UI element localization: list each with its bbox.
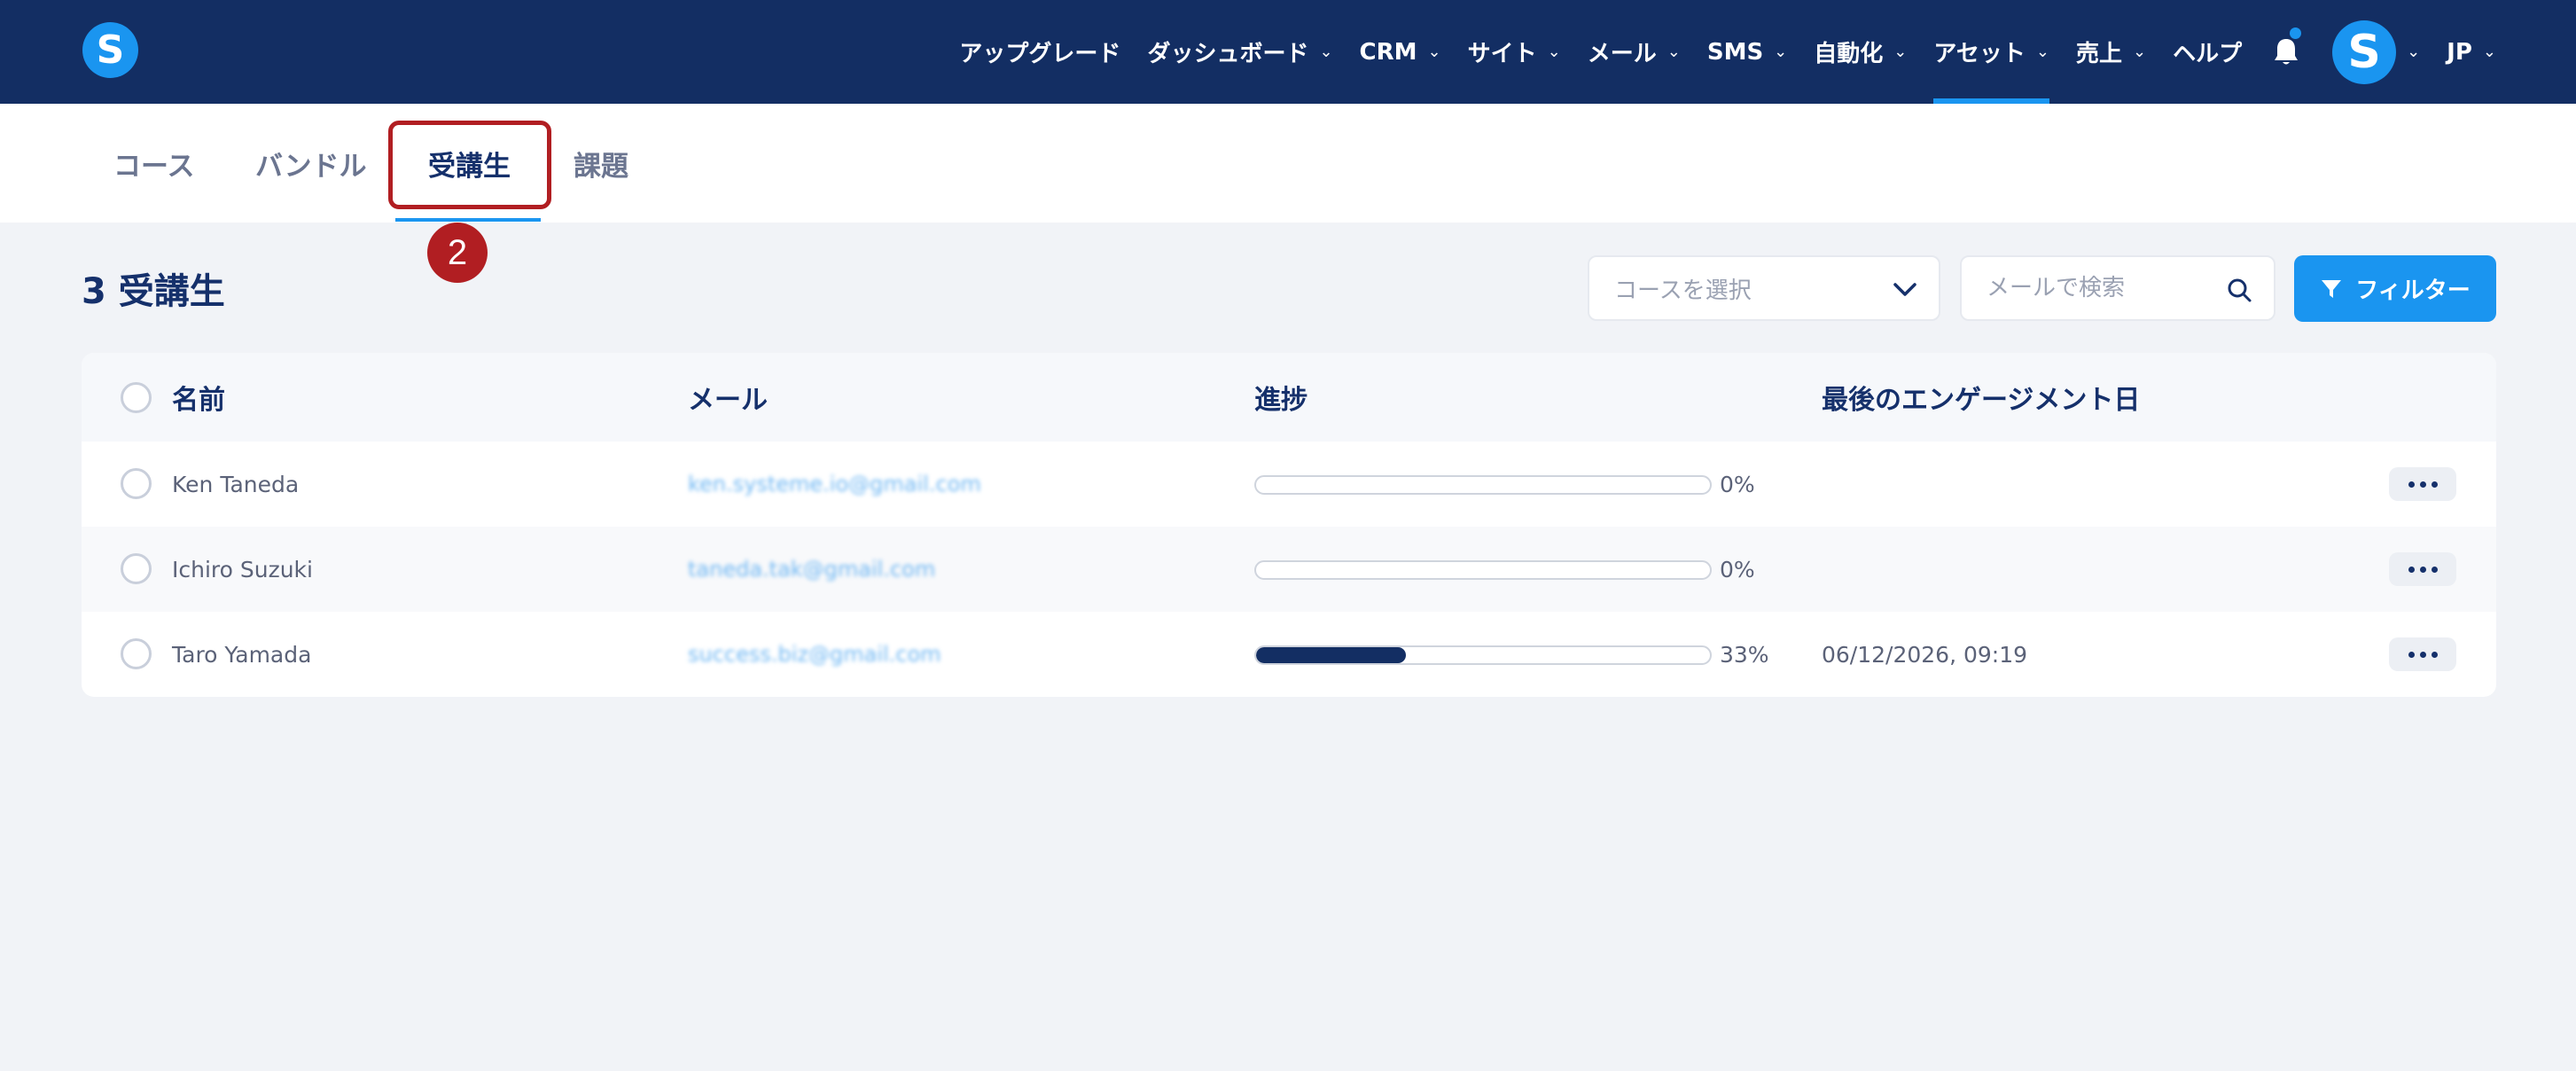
nav-item-label: 売上: [2075, 41, 2122, 67]
nav-item-sites[interactable]: サイト ⌄: [1468, 0, 1561, 104]
row-actions-button[interactable]: [2389, 467, 2456, 501]
student-email[interactable]: taneda.tak@gmail.com: [688, 527, 935, 612]
sub-navigation: コース バンドル 受講生 課題: [0, 104, 2576, 223]
table-row: Ichiro Suzuki taneda.tak@gmail.com 0%: [82, 527, 2496, 612]
search-input[interactable]: [1987, 257, 2217, 319]
table-row: Taro Yamada success.biz@gmail.com 33% 06…: [82, 612, 2496, 697]
row-checkbox[interactable]: [121, 553, 152, 584]
nav-item-automation[interactable]: 自動化 ⌄: [1814, 0, 1907, 104]
progress-percent: 0%: [1720, 471, 1755, 497]
chevron-down-icon: ⌄: [1667, 43, 1681, 61]
search-icon[interactable]: [2226, 277, 2252, 303]
table-row: Ken Taneda ken.systeme.io@gmail.com 0%: [82, 442, 2496, 527]
bell-icon-graphic: [2275, 38, 2299, 64]
nav-item-dashboard[interactable]: ダッシュボード ⌄: [1147, 0, 1332, 104]
student-name: Taro Yamada: [172, 641, 312, 668]
chevron-down-icon: ⌄: [2035, 43, 2049, 61]
nav-item-label: ヘルプ: [2173, 41, 2243, 67]
chevron-down-icon: ⌄: [1319, 43, 1333, 61]
progress-percent: 33%: [1720, 641, 1769, 668]
column-header-progress: 進捗: [1254, 385, 1308, 416]
nav-item-label: アセット: [1933, 41, 2026, 67]
bell-icon[interactable]: [2268, 0, 2304, 104]
course-select[interactable]: コースを選択: [1588, 255, 1940, 321]
row-checkbox[interactable]: [121, 468, 152, 499]
top-navigation-bar: S アップグレード ダッシュボード ⌄ CRM ⌄ サイト ⌄ メール ⌄ SM…: [0, 0, 2576, 104]
last-engagement-date: 06/12/2026, 09:19: [1822, 641, 2028, 668]
column-header-last-engagement: 最後のエンゲージメント日: [1822, 385, 2141, 416]
nav-item-label: アップグレード: [959, 41, 1121, 67]
progress-bar: [1254, 645, 1712, 665]
page-title: 3 受講生: [82, 271, 225, 312]
students-table: 名前 メール 進捗 最後のエンゲージメント日 Ken Taneda ken.sy…: [82, 353, 2496, 697]
filter-icon: [2322, 279, 2342, 298]
language-switcher[interactable]: JP ⌄: [2447, 0, 2496, 104]
chevron-down-icon[interactable]: ⌄: [2407, 43, 2420, 61]
chevron-down-icon: ⌄: [1893, 43, 1908, 61]
language-label: JP: [2447, 38, 2472, 66]
avatar[interactable]: S: [2332, 20, 2397, 84]
nav-item-crm[interactable]: CRM ⌄: [1360, 0, 1441, 104]
tab-bundles[interactable]: バンドル: [255, 104, 367, 223]
nav-item-label: ダッシュボード: [1147, 41, 1309, 67]
tab-assignments[interactable]: 課題: [574, 104, 628, 223]
nav-item-assets[interactable]: アセット ⌄: [1933, 0, 2049, 104]
nav-item-email[interactable]: メール ⌄: [1588, 0, 1681, 104]
nav-item-help[interactable]: ヘルプ: [2173, 0, 2242, 104]
chevron-down-icon: ⌄: [1427, 43, 1441, 61]
row-actions-button[interactable]: [2389, 637, 2456, 671]
nav-item-label: サイト: [1467, 41, 1537, 67]
chevron-down-icon: ⌄: [2482, 43, 2496, 61]
nav-item-label: 自動化: [1814, 41, 1884, 67]
select-all-checkbox[interactable]: [121, 382, 152, 413]
nav-item-label: CRM: [1359, 38, 1417, 66]
chevron-down-icon: ⌄: [2132, 43, 2147, 61]
nav-item-sales[interactable]: 売上 ⌄: [2076, 0, 2146, 104]
student-name: Ken Taneda: [172, 471, 300, 497]
main-nav: アップグレード ダッシュボード ⌄ CRM ⌄ サイト ⌄ メール ⌄ SMS …: [959, 0, 2496, 104]
notification-dot: [2290, 27, 2302, 39]
app-logo[interactable]: S: [82, 22, 138, 78]
progress-percent: 0%: [1720, 556, 1755, 582]
progress-bar: [1254, 475, 1712, 495]
tab-courses[interactable]: コース: [113, 104, 194, 223]
progress-bar: [1254, 560, 1712, 580]
nav-item-sms[interactable]: SMS ⌄: [1707, 0, 1787, 104]
annotation-highlight-box: [388, 121, 551, 209]
chevron-down-icon: [1893, 283, 1916, 296]
course-select-placeholder: コースを選択: [1614, 277, 1752, 304]
column-header-email: メール: [688, 385, 768, 416]
student-email[interactable]: ken.systeme.io@gmail.com: [688, 442, 981, 527]
student-name: Ichiro Suzuki: [172, 556, 313, 582]
student-email[interactable]: success.biz@gmail.com: [688, 612, 941, 697]
column-header-name: 名前: [172, 385, 225, 416]
row-checkbox[interactable]: [121, 638, 152, 669]
table-header: 名前 メール 進捗 最後のエンゲージメント日: [82, 353, 2496, 442]
nav-item-label: メール: [1587, 41, 1657, 67]
active-tab-indicator: [395, 218, 541, 222]
nav-item-label: SMS: [1706, 38, 1764, 66]
filter-button[interactable]: フィルター: [2294, 255, 2496, 322]
row-actions-button[interactable]: [2389, 552, 2456, 586]
step-number-badge: 2: [427, 223, 488, 283]
chevron-down-icon: ⌄: [1774, 43, 1788, 61]
chevron-down-icon: ⌄: [1547, 43, 1561, 61]
email-search: [1960, 255, 2275, 321]
filter-button-label: フィルター: [2355, 278, 2471, 304]
progress-bar-fill: [1256, 647, 1406, 663]
nav-item-upgrade[interactable]: アップグレード: [959, 0, 1120, 104]
